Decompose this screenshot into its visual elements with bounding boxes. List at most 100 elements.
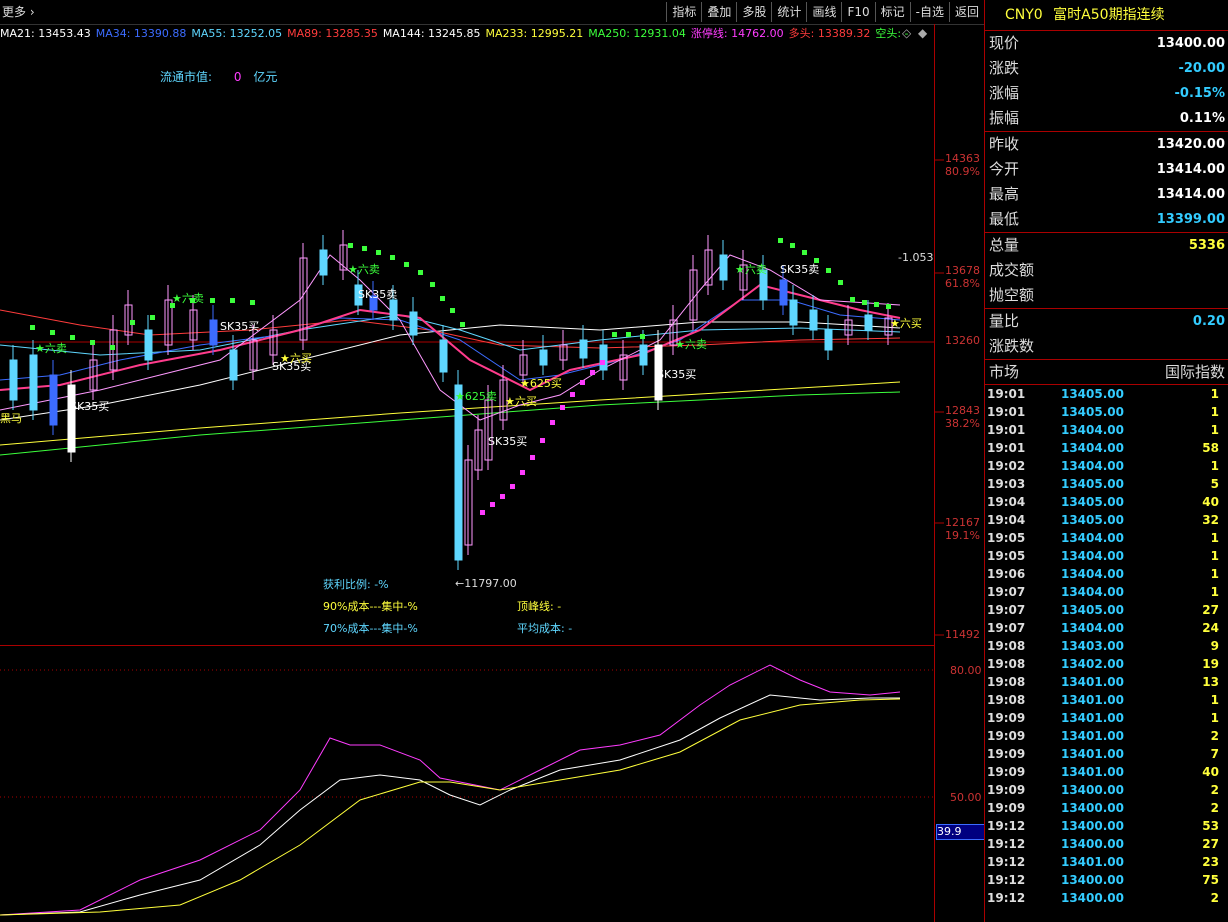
tick-price: 13400.00: [1060, 873, 1124, 887]
tick-volume: 1: [1210, 585, 1219, 599]
indicator-k: [0, 664, 901, 916]
tick-row: 19:09 13401.00 7: [985, 745, 1228, 763]
price-axis-label-3: 12843 38.2%: [945, 404, 980, 430]
price-axis-price: 11492: [945, 628, 980, 641]
tick-time: 19:12: [987, 855, 1026, 869]
market-row: 市场 国际指数: [985, 359, 1228, 385]
chart-label-12: ★625买: [520, 377, 562, 390]
sar-dot: [348, 243, 353, 248]
tick-volume: 2: [1210, 729, 1219, 743]
price-axis-label-4: 12167 19.1%: [945, 516, 980, 542]
candle: [579, 339, 588, 359]
candle: [144, 329, 153, 361]
low-price-value: 11797.00: [464, 577, 517, 590]
tick-time: 19:09: [987, 783, 1026, 797]
candle: [49, 374, 58, 426]
tick-price: 13403.00: [1060, 639, 1124, 653]
quote-row-12: 涨跌数: [985, 334, 1228, 359]
tick-volume: 7: [1210, 747, 1219, 761]
tick-row: 19:08 13401.00 1: [985, 691, 1228, 709]
tick-time: 19:05: [987, 549, 1026, 563]
quote-label: 涨幅: [989, 84, 1020, 102]
tick-time: 19:09: [987, 711, 1026, 725]
quote-value: 0.20: [1192, 314, 1225, 329]
tick-price: 13401.00: [1060, 765, 1124, 779]
price-axis-pct: 19.1%: [945, 529, 980, 542]
sar-dot: [430, 282, 435, 287]
tick-row: 19:12 13401.00 23: [985, 853, 1228, 871]
sar-dot: [500, 494, 505, 499]
tick-volume: 1: [1210, 387, 1219, 401]
tick-price: 13405.00: [1060, 495, 1124, 509]
sub-axis-current: 39.9: [936, 824, 986, 840]
chart-label-17: ★六卖: [675, 338, 707, 351]
tick-price: 13404.00: [1060, 621, 1124, 635]
tick-volume: 1: [1210, 693, 1219, 707]
tick-time: 19:02: [987, 459, 1026, 473]
tick-row: 19:01 13405.00 1: [985, 403, 1228, 421]
chart-label-16: ★六买: [890, 317, 922, 330]
kline-chart[interactable]: ★六卖 ★六卖 ★六卖 ★六卖 SK35买 SK35买 SK35卖 SK35卖 SK35买 SK3…: [0, 0, 984, 922]
sar-dot: [862, 300, 867, 305]
tick-volume: 1: [1210, 549, 1219, 563]
tick-volume: 24: [1202, 621, 1219, 635]
tick-time: 19:01: [987, 405, 1026, 419]
tick-time: 19:04: [987, 495, 1026, 509]
market-value: 国际指数: [1164, 363, 1225, 381]
tick-row: 19:12 13400.00 27: [985, 835, 1228, 853]
axis-divider: [934, 24, 935, 922]
tick-volume: 1: [1210, 405, 1219, 419]
quote-value: -0.15%: [1174, 86, 1226, 101]
tick-row: 19:02 13404.00 1: [985, 457, 1228, 475]
tick-price: 13401.00: [1060, 711, 1124, 725]
quote-row-8: 总量 5336: [985, 232, 1228, 258]
chart-label-9: SK35买: [488, 435, 527, 448]
chart-label-2: ★六卖: [348, 263, 380, 276]
chart-label-4: SK35买: [220, 320, 259, 333]
sar-dot: [560, 405, 565, 410]
sar-dot: [362, 246, 367, 251]
tick-price: 13404.00: [1060, 531, 1124, 545]
candle: [389, 299, 398, 321]
tick-price: 13404.00: [1060, 441, 1124, 455]
sar-dot: [90, 340, 95, 345]
price-axis-label-2: 13260: [945, 334, 980, 347]
tick-volume: 13: [1202, 675, 1219, 689]
tick-price: 13401.00: [1060, 855, 1124, 869]
price-axis-pct: 38.2%: [945, 417, 980, 430]
tick-volume: 2: [1210, 783, 1219, 797]
tick-time: 19:07: [987, 603, 1026, 617]
quote-row-1: 涨跌 -20.00: [985, 56, 1228, 81]
sar-dot: [540, 438, 545, 443]
tick-price: 13401.00: [1060, 693, 1124, 707]
candle: [439, 339, 448, 373]
chart-label-15: 黑马: [0, 412, 22, 425]
quote-row-11: 量比 0.20: [985, 308, 1228, 334]
tick-row: 19:09 13400.00 2: [985, 799, 1228, 817]
annot-value: -1.053: [898, 251, 934, 264]
tick-time: 19:07: [987, 621, 1026, 635]
tick-price: 13400.00: [1060, 819, 1124, 833]
price-axis-price: 14363: [945, 152, 980, 165]
tick-time: 19:08: [987, 675, 1026, 689]
low-price-label: ←11797.00: [455, 577, 517, 590]
sub-axis-80: 80.00: [950, 664, 982, 677]
tick-row: 19:04 13405.00 40: [985, 493, 1228, 511]
sar-dot: [600, 360, 605, 365]
price-axis-pct: 61.8%: [945, 277, 980, 290]
quote-label: 今开: [989, 160, 1020, 178]
tick-volume: 27: [1202, 603, 1219, 617]
tick-time: 19:12: [987, 891, 1026, 905]
quote-row-2: 涨幅 -0.15%: [985, 81, 1228, 106]
sar-dot: [850, 297, 855, 302]
tick-time: 19:01: [987, 387, 1026, 401]
tick-row: 19:07 13404.00 1: [985, 583, 1228, 601]
quote-value: -20.00: [1178, 61, 1225, 76]
tick-list[interactable]: 19:01 13405.00 1 19:01 13405.00 1 19:01 13404.0…: [985, 385, 1228, 907]
tick-volume: 1: [1210, 459, 1219, 473]
chart-label-11: ★625卖: [455, 390, 497, 403]
tick-price: 13405.00: [1060, 405, 1124, 419]
sar-dot: [70, 335, 75, 340]
price-axis-label-1: 13678 61.8%: [945, 264, 980, 290]
quote-value: 13400.00: [1156, 36, 1225, 51]
